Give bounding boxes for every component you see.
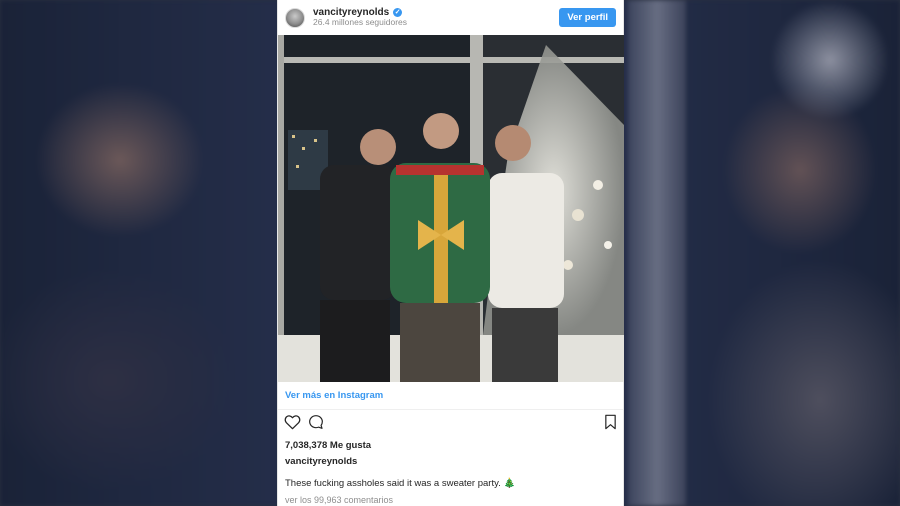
instagram-embed-card: vancityreynolds ✓ 26.4 millones seguidor…: [277, 0, 624, 506]
post-actions: [278, 410, 623, 438]
tree-emoji: 🎄: [503, 478, 516, 489]
like-count[interactable]: 7,038,378 Me gusta: [278, 438, 623, 454]
user-info: vancityreynolds ✓ 26.4 millones seguidor…: [313, 7, 407, 28]
bookmark-icon[interactable]: [604, 414, 617, 435]
heart-icon[interactable]: [284, 414, 301, 435]
post-photo[interactable]: [278, 35, 624, 382]
post-header: vancityreynolds ✓ 26.4 millones seguidor…: [278, 0, 623, 35]
profile-avatar[interactable]: [285, 7, 305, 28]
caption-text: These fucking assholes said it was a swe…: [285, 478, 501, 489]
caption-username[interactable]: vancityreynolds: [278, 454, 623, 470]
post-caption: These fucking assholes said it was a swe…: [278, 476, 623, 492]
view-profile-button[interactable]: Ver perfil: [559, 8, 616, 27]
comment-bubble-icon[interactable]: [308, 414, 324, 435]
view-comments-link[interactable]: ver los 99,963 comentarios: [278, 492, 623, 506]
view-more-on-instagram-link[interactable]: Ver más en Instagram: [278, 382, 623, 410]
follower-count: 26.4 millones seguidores: [313, 17, 408, 28]
verified-badge-icon: ✓: [393, 8, 403, 18]
